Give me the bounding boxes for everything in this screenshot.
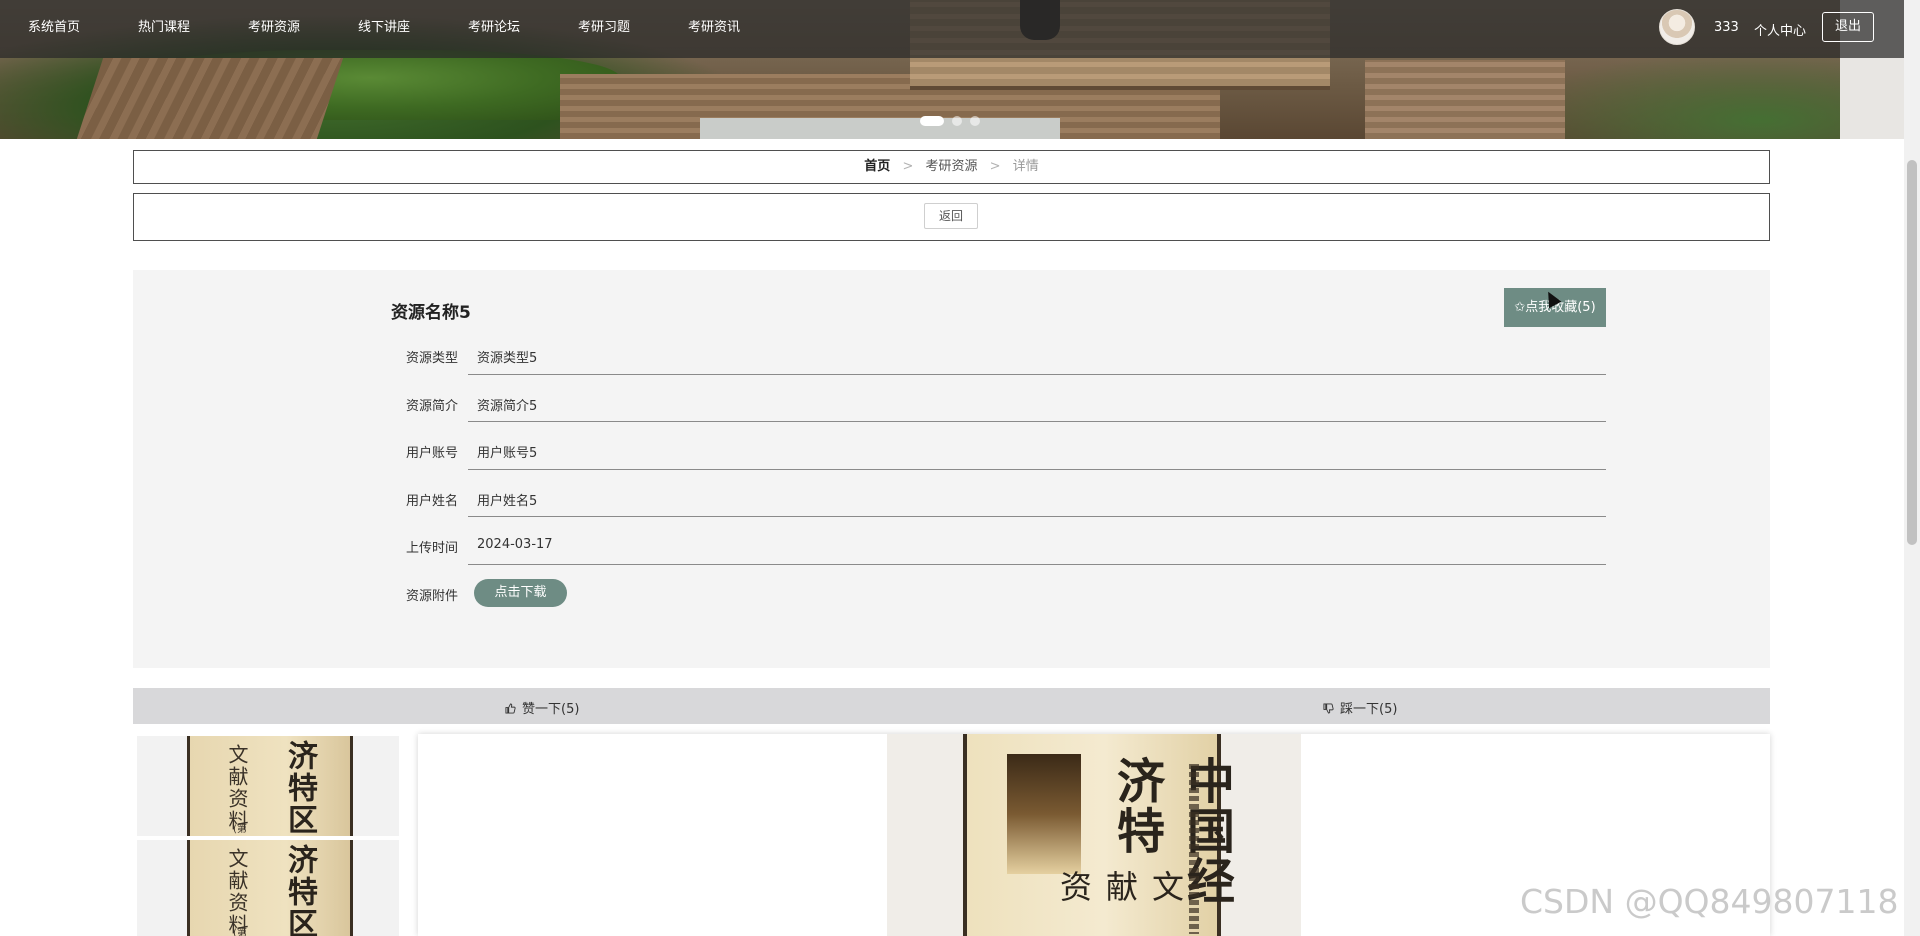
- field-divider: [468, 421, 1606, 422]
- top-navigation: 系统首页 热门课程 考研资源 线下讲座 考研论坛 考研习题 考研资讯 333 个…: [0, 0, 1904, 58]
- field-value-name: 用户姓名5: [477, 494, 538, 509]
- thumbs-down-icon: [1323, 703, 1334, 714]
- like-label: 赞一下(5): [522, 702, 580, 717]
- field-label-upload-time: 上传时间: [405, 541, 458, 556]
- field-divider: [468, 374, 1606, 375]
- scrollbar-thumb[interactable]: [1907, 160, 1917, 545]
- hero-bench-right: [1365, 60, 1565, 139]
- like-button[interactable]: 赞一下(5): [505, 698, 579, 717]
- breadcrumb-separator: >: [989, 159, 1001, 174]
- hero-deck-left: [76, 58, 344, 139]
- field-value-type: 资源类型5: [477, 351, 538, 366]
- thumbnail-edition: (第: [233, 928, 247, 936]
- nav-item-exercises[interactable]: 考研习题: [578, 20, 630, 36]
- logout-button[interactable]: 退出: [1822, 12, 1874, 42]
- dislike-button[interactable]: 踩一下(5): [1323, 698, 1397, 717]
- book-cover: [187, 736, 353, 836]
- watermark: CSDN @QQ849807118: [1520, 882, 1899, 921]
- vote-bar: [133, 688, 1770, 724]
- field-label-attachment: 资源附件: [405, 589, 458, 604]
- cover-gradient-block: [1007, 754, 1081, 874]
- download-button[interactable]: 点击下载: [474, 579, 567, 607]
- thumbnail-subtitle: 文献资料: [225, 848, 249, 936]
- field-label-intro: 资源简介: [405, 399, 458, 414]
- field-divider: [468, 516, 1606, 517]
- field-divider: [468, 469, 1606, 470]
- field-value-account: 用户账号5: [477, 446, 538, 461]
- cover-side-text: [1189, 764, 1199, 934]
- field-value-intro: 资源简介5: [477, 399, 538, 414]
- nav-item-news[interactable]: 考研资讯: [688, 20, 740, 36]
- dislike-label: 踩一下(5): [1340, 702, 1398, 717]
- carousel-dot-3[interactable]: [970, 116, 980, 126]
- breadcrumb-current: 详情: [1012, 159, 1039, 174]
- username: 333: [1714, 20, 1739, 35]
- resource-title: 资源名称5: [391, 303, 471, 323]
- thumbnail-title: 济特区: [282, 740, 317, 836]
- field-divider: [468, 564, 1606, 565]
- thumbs-up-icon: [505, 703, 516, 714]
- thumbnail-title: 济特区: [282, 844, 317, 936]
- hero-pool: [700, 118, 1060, 139]
- field-value-upload-time: 2024-03-17: [477, 537, 553, 552]
- nav-item-forum[interactable]: 考研论坛: [468, 20, 520, 36]
- book-cover: [187, 840, 353, 936]
- thumbnail-edition: (第: [233, 824, 247, 835]
- field-label-name: 用户姓名: [405, 494, 458, 509]
- main-cover-subtitle: 文献资: [1055, 870, 1185, 906]
- breadcrumb-separator: >: [902, 159, 914, 174]
- nav-item-home[interactable]: 系统首页: [28, 20, 80, 36]
- field-label-type: 资源类型: [405, 351, 458, 366]
- nav-item-resources[interactable]: 考研资源: [248, 20, 300, 36]
- personal-center-link[interactable]: 个人中心: [1754, 20, 1806, 39]
- book-thumbnail[interactable]: 济特区 文献资料 (第: [137, 736, 399, 836]
- thumbnail-subtitle: 文献资料: [225, 744, 249, 832]
- nav-item-lectures[interactable]: 线下讲座: [358, 20, 410, 36]
- back-button[interactable]: 返回: [924, 203, 978, 229]
- breadcrumb-home[interactable]: 首页: [864, 159, 890, 174]
- carousel-dot-2[interactable]: [952, 116, 962, 126]
- carousel-dot-1[interactable]: [920, 116, 944, 126]
- breadcrumb-section[interactable]: 考研资源: [925, 159, 977, 174]
- main-book-cover: 中国经济特 文献资: [963, 734, 1234, 936]
- field-label-account: 用户账号: [405, 446, 458, 461]
- breadcrumb: 首页 > 考研资源 > 详情: [133, 150, 1770, 184]
- book-thumbnail[interactable]: 济特区 文献资料 (第: [137, 840, 399, 936]
- nav-item-hot-courses[interactable]: 热门课程: [138, 20, 190, 36]
- avatar[interactable]: [1659, 9, 1695, 45]
